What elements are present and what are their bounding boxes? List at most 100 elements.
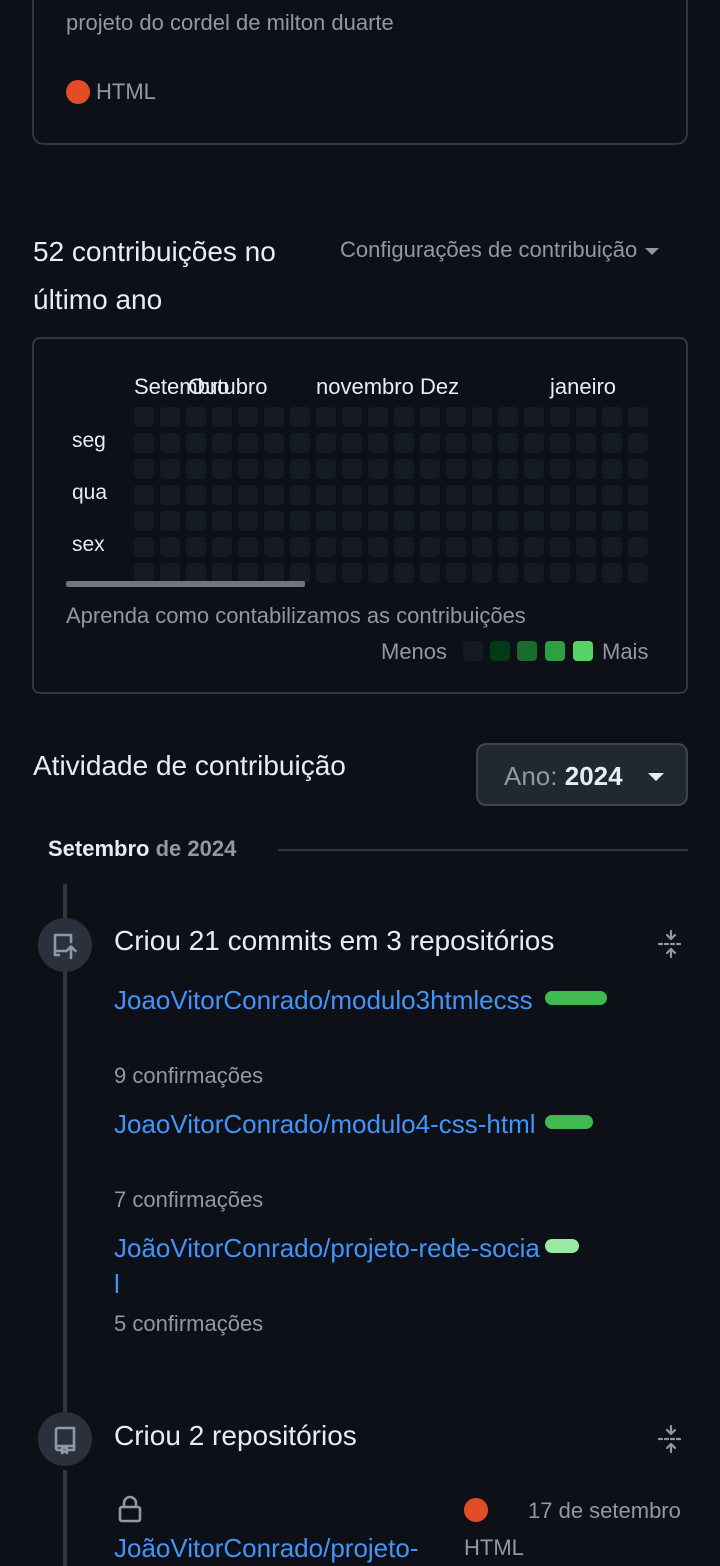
contribution-day-cell[interactable] <box>420 407 440 427</box>
contribution-day-cell[interactable] <box>160 485 180 505</box>
contribution-day-cell[interactable] <box>212 407 232 427</box>
contribution-day-cell[interactable] <box>290 511 310 531</box>
contribution-day-cell[interactable] <box>472 511 492 531</box>
contribution-day-cell[interactable] <box>134 563 154 583</box>
contribution-day-cell[interactable] <box>602 459 622 479</box>
contribution-day-cell[interactable] <box>290 407 310 427</box>
contribution-day-cell[interactable] <box>316 433 336 453</box>
contribution-day-cell[interactable] <box>394 511 414 531</box>
contribution-day-cell[interactable] <box>316 407 336 427</box>
contribution-day-cell[interactable] <box>394 485 414 505</box>
contribution-day-cell[interactable] <box>550 537 570 557</box>
contribution-day-cell[interactable] <box>550 459 570 479</box>
contribution-day-cell[interactable] <box>160 407 180 427</box>
learn-contributions-link[interactable]: Aprenda como contabilizamos as contribui… <box>66 603 526 629</box>
calendar-scrollbar[interactable] <box>66 581 305 587</box>
contribution-day-cell[interactable] <box>524 433 544 453</box>
contribution-day-cell[interactable] <box>290 485 310 505</box>
contribution-day-cell[interactable] <box>290 563 310 583</box>
contribution-day-cell[interactable] <box>394 563 414 583</box>
contribution-day-cell[interactable] <box>602 537 622 557</box>
contribution-day-cell[interactable] <box>342 485 362 505</box>
contribution-day-cell[interactable] <box>420 511 440 531</box>
contribution-day-cell[interactable] <box>160 563 180 583</box>
contribution-day-cell[interactable] <box>550 563 570 583</box>
contribution-day-cell[interactable] <box>134 485 154 505</box>
contribution-day-cell[interactable] <box>186 511 206 531</box>
contribution-day-cell[interactable] <box>342 537 362 557</box>
contribution-day-cell[interactable] <box>498 511 518 531</box>
contribution-day-cell[interactable] <box>472 459 492 479</box>
contribution-day-cell[interactable] <box>472 563 492 583</box>
contribution-day-cell[interactable] <box>316 563 336 583</box>
contribution-day-cell[interactable] <box>550 407 570 427</box>
contribution-day-cell[interactable] <box>264 563 284 583</box>
contribution-day-cell[interactable] <box>472 433 492 453</box>
contribution-day-cell[interactable] <box>316 511 336 531</box>
contribution-day-cell[interactable] <box>290 537 310 557</box>
contribution-day-cell[interactable] <box>394 433 414 453</box>
contribution-day-cell[interactable] <box>602 511 622 531</box>
repo-link[interactable]: JoaoVitorConrado/modulo3htmlecss <box>114 982 544 1018</box>
contribution-day-cell[interactable] <box>368 433 388 453</box>
contribution-day-cell[interactable] <box>160 459 180 479</box>
contribution-day-cell[interactable] <box>576 511 596 531</box>
contribution-day-cell[interactable] <box>602 407 622 427</box>
contribution-day-cell[interactable] <box>472 537 492 557</box>
contribution-day-cell[interactable] <box>134 511 154 531</box>
contribution-day-cell[interactable] <box>498 563 518 583</box>
contribution-day-cell[interactable] <box>576 433 596 453</box>
contribution-day-cell[interactable] <box>238 537 258 557</box>
contribution-day-cell[interactable] <box>238 407 258 427</box>
contribution-day-cell[interactable] <box>628 511 648 531</box>
contribution-day-cell[interactable] <box>394 459 414 479</box>
collapse-icon[interactable] <box>656 929 686 959</box>
contribution-day-cell[interactable] <box>420 485 440 505</box>
contribution-day-cell[interactable] <box>550 511 570 531</box>
contribution-day-cell[interactable] <box>472 407 492 427</box>
contribution-day-cell[interactable] <box>264 459 284 479</box>
contribution-day-cell[interactable] <box>498 433 518 453</box>
contribution-day-cell[interactable] <box>238 459 258 479</box>
contribution-day-cell[interactable] <box>238 485 258 505</box>
contribution-day-cell[interactable] <box>342 563 362 583</box>
contribution-day-cell[interactable] <box>524 459 544 479</box>
contribution-day-cell[interactable] <box>576 563 596 583</box>
contribution-day-cell[interactable] <box>342 433 362 453</box>
contribution-day-cell[interactable] <box>238 511 258 531</box>
contribution-day-cell[interactable] <box>446 537 466 557</box>
contribution-day-cell[interactable] <box>186 433 206 453</box>
contribution-day-cell[interactable] <box>420 537 440 557</box>
contribution-day-cell[interactable] <box>628 459 648 479</box>
contribution-day-cell[interactable] <box>420 459 440 479</box>
contribution-day-cell[interactable] <box>186 459 206 479</box>
contribution-day-cell[interactable] <box>316 485 336 505</box>
contribution-day-cell[interactable] <box>446 433 466 453</box>
repo-link[interactable]: JoaoVitorConrado/modulo4-css-html <box>114 1106 544 1142</box>
contribution-day-cell[interactable] <box>524 563 544 583</box>
contribution-day-cell[interactable] <box>368 407 388 427</box>
contribution-day-cell[interactable] <box>212 485 232 505</box>
contribution-day-cell[interactable] <box>602 563 622 583</box>
contribution-day-cell[interactable] <box>368 459 388 479</box>
contribution-day-cell[interactable] <box>446 511 466 531</box>
contribution-day-cell[interactable] <box>290 433 310 453</box>
contribution-day-cell[interactable] <box>446 485 466 505</box>
contribution-day-cell[interactable] <box>264 433 284 453</box>
contribution-day-cell[interactable] <box>628 563 648 583</box>
contribution-day-cell[interactable] <box>420 433 440 453</box>
contribution-day-cell[interactable] <box>602 433 622 453</box>
contribution-day-cell[interactable] <box>420 563 440 583</box>
contribution-day-cell[interactable] <box>186 537 206 557</box>
contribution-day-cell[interactable] <box>446 563 466 583</box>
contribution-day-cell[interactable] <box>394 407 414 427</box>
contribution-day-cell[interactable] <box>134 407 154 427</box>
contribution-day-cell[interactable] <box>342 511 362 531</box>
year-select-button[interactable]: Ano: 2024 <box>476 743 688 806</box>
contribution-day-cell[interactable] <box>576 537 596 557</box>
contribution-day-cell[interactable] <box>472 485 492 505</box>
contribution-day-cell[interactable] <box>186 485 206 505</box>
contribution-settings-dropdown[interactable]: Configurações de contribuição <box>340 237 660 263</box>
contribution-day-cell[interactable] <box>134 433 154 453</box>
repo-link[interactable]: JoãoVitorConrado/projeto-rede-social <box>114 1230 544 1302</box>
